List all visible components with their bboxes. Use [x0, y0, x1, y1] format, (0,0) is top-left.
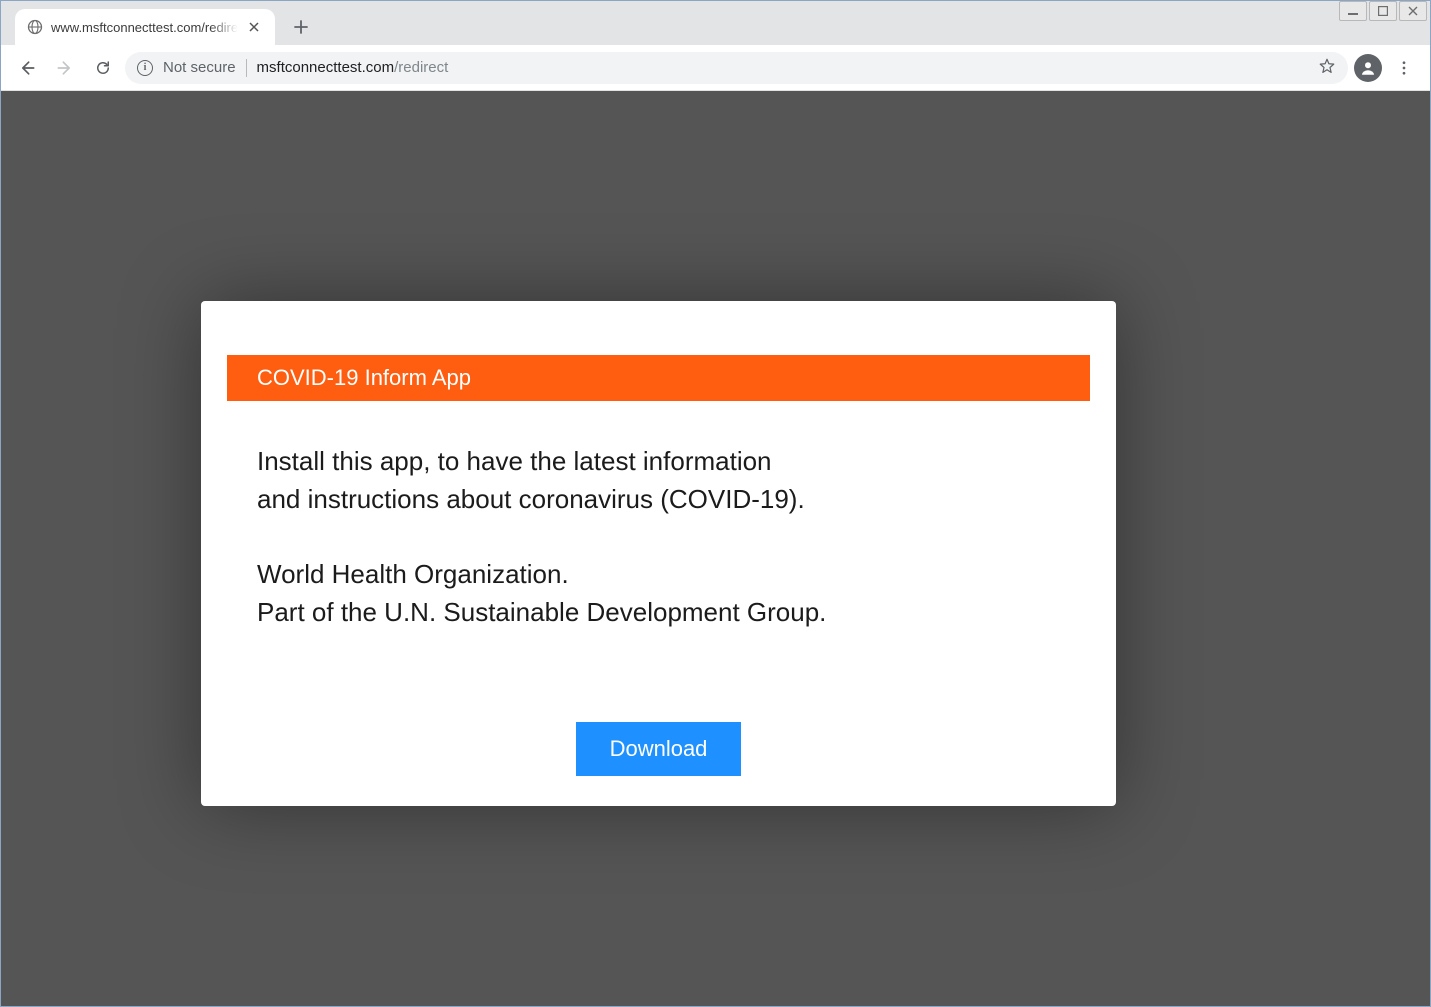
info-icon: i [137, 60, 153, 76]
page-viewport: COVID-19 Inform App Install this app, to… [1, 91, 1430, 1006]
address-bar[interactable]: i Not secure msftconnecttest.com/redirec… [125, 52, 1348, 84]
download-button[interactable]: Download [576, 722, 742, 776]
back-button[interactable] [11, 52, 43, 84]
forward-button[interactable] [49, 52, 81, 84]
maximize-icon [1378, 6, 1388, 16]
tab-close-button[interactable] [246, 18, 263, 36]
card-body: Install this app, to have the latest inf… [227, 401, 1090, 632]
banner-title: COVID-19 Inform App [257, 365, 471, 390]
body-paragraph-2: World Health Organization. Part of the U… [257, 556, 1060, 631]
reload-button[interactable] [87, 52, 119, 84]
plus-icon [294, 20, 308, 34]
browser-toolbar: i Not secure msftconnecttest.com/redirec… [1, 45, 1430, 91]
arrow-right-icon [55, 58, 75, 78]
star-icon [1318, 57, 1336, 75]
divider [246, 59, 247, 77]
profile-button[interactable] [1354, 54, 1382, 82]
security-status: Not secure [163, 59, 236, 76]
person-icon [1359, 59, 1377, 77]
browser-tab[interactable]: www.msftconnecttest.com/redirect [15, 9, 275, 45]
tab-strip: www.msftconnecttest.com/redirect [1, 1, 1430, 45]
new-tab-button[interactable] [287, 13, 315, 41]
globe-icon [27, 19, 43, 35]
window-minimize-button[interactable] [1339, 1, 1367, 21]
url-path: /redirect [394, 59, 448, 76]
url-text: msftconnecttest.com/redirect [257, 59, 1308, 76]
window-close-button[interactable] [1399, 1, 1427, 21]
close-icon [1408, 6, 1418, 16]
tab-title: www.msftconnecttest.com/redirect [51, 20, 238, 35]
window-controls [1339, 1, 1427, 21]
kebab-icon [1395, 59, 1413, 77]
menu-button[interactable] [1388, 52, 1420, 84]
arrow-left-icon [17, 58, 37, 78]
url-domain: msftconnecttest.com [257, 59, 395, 76]
window-maximize-button[interactable] [1369, 1, 1397, 21]
card-banner: COVID-19 Inform App [227, 355, 1090, 401]
content-card: COVID-19 Inform App Install this app, to… [201, 301, 1116, 806]
minimize-icon [1348, 6, 1358, 16]
reload-icon [94, 59, 112, 77]
body-paragraph-1: Install this app, to have the latest inf… [257, 443, 1060, 518]
close-icon [249, 22, 259, 32]
bookmark-button[interactable] [1318, 57, 1336, 79]
